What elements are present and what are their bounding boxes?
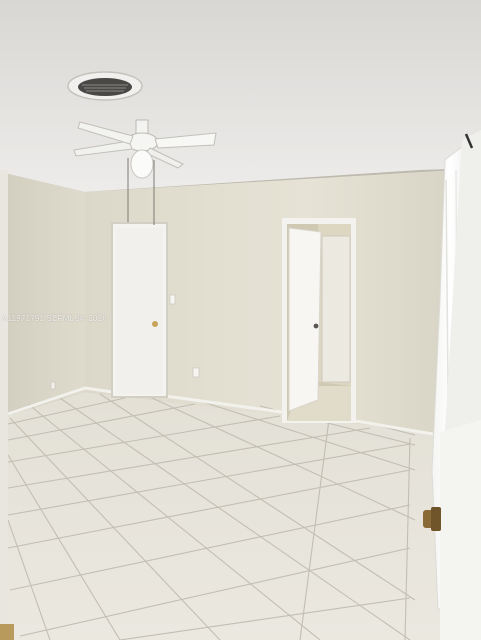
light-switch-icon[interactable]: [169, 294, 176, 305]
door-knob-icon[interactable]: [313, 323, 319, 329]
door-knob-icon[interactable]: [152, 321, 158, 327]
closet-door[interactable]: [111, 222, 168, 398]
outlet-icon: [192, 367, 200, 378]
ceiling-vent-icon: [67, 71, 143, 101]
open-door[interactable]: [288, 227, 322, 412]
bedroom-doorway[interactable]: [282, 218, 356, 423]
room-photo: A11971791 SEFMLS© 2026: [0, 0, 481, 640]
floor: [0, 392, 455, 640]
hallway-door: [321, 235, 351, 383]
left-wall: [0, 172, 85, 418]
photo-watermark: A11971791 SEFMLS© 2026: [2, 314, 107, 323]
ceiling: [0, 0, 481, 192]
outlet-icon: [50, 381, 56, 390]
left-hinge: [0, 624, 14, 640]
left-door-frame: [0, 170, 8, 640]
